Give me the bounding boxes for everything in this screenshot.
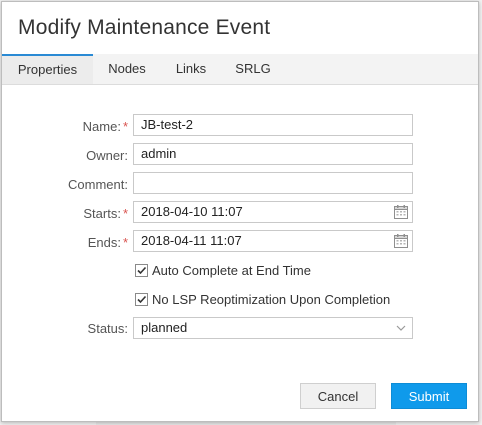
required-marker: * xyxy=(122,235,128,250)
status-select[interactable]: planned xyxy=(133,317,413,339)
required-marker: * xyxy=(122,206,128,221)
status-label-text: Status: xyxy=(87,321,128,336)
checkmark-icon xyxy=(137,266,147,275)
tab-nodes[interactable]: Nodes xyxy=(93,54,161,84)
comment-label-text: Comment: xyxy=(68,177,128,192)
checkmark-icon xyxy=(137,295,147,304)
name-label: Name: * xyxy=(8,119,128,134)
tab-properties[interactable]: Properties xyxy=(2,54,93,84)
tab-links[interactable]: Links xyxy=(161,54,221,84)
status-label: Status: xyxy=(8,321,128,336)
dialog-title: Modify Maintenance Event xyxy=(18,16,271,39)
tab-bar: Properties Nodes Links SRLG xyxy=(2,54,478,85)
required-marker: * xyxy=(122,119,128,134)
ends-label: Ends: * xyxy=(8,235,128,250)
no-lsp-reopt-checkbox[interactable] xyxy=(135,293,148,306)
tab-srlg[interactable]: SRLG xyxy=(221,54,285,84)
starts-value: 2018-04-10 11:07 xyxy=(141,204,243,219)
auto-complete-checkbox[interactable] xyxy=(135,264,148,277)
no-lsp-reopt-label[interactable]: No LSP Reoptimization Upon Completion xyxy=(152,292,390,307)
calendar-icon[interactable] xyxy=(393,204,409,220)
comment-label: Comment: xyxy=(8,177,128,192)
starts-field[interactable]: 2018-04-10 11:07 xyxy=(133,201,413,223)
ends-label-text: Ends: xyxy=(87,235,121,250)
comment-field[interactable] xyxy=(133,172,413,194)
starts-label: Starts: * xyxy=(8,206,128,221)
owner-label: Owner: xyxy=(8,148,128,163)
ends-field[interactable]: 2018-04-11 11:07 xyxy=(133,230,413,252)
starts-label-text: Starts: xyxy=(83,206,121,221)
name-label-text: Name: xyxy=(82,119,121,134)
chevron-down-icon xyxy=(396,325,406,331)
calendar-icon[interactable] xyxy=(393,233,409,249)
name-field[interactable]: JB-test-2 xyxy=(133,114,413,136)
ends-value: 2018-04-11 11:07 xyxy=(141,233,242,248)
status-value: planned xyxy=(141,320,188,335)
owner-label-text: Owner: xyxy=(86,148,128,163)
modify-maintenance-dialog: Modify Maintenance Event Properties Node… xyxy=(1,1,479,422)
owner-field[interactable]: admin xyxy=(133,143,413,165)
auto-complete-label[interactable]: Auto Complete at End Time xyxy=(152,263,311,278)
submit-button[interactable]: Submit xyxy=(391,383,467,409)
cancel-button[interactable]: Cancel xyxy=(300,383,376,409)
